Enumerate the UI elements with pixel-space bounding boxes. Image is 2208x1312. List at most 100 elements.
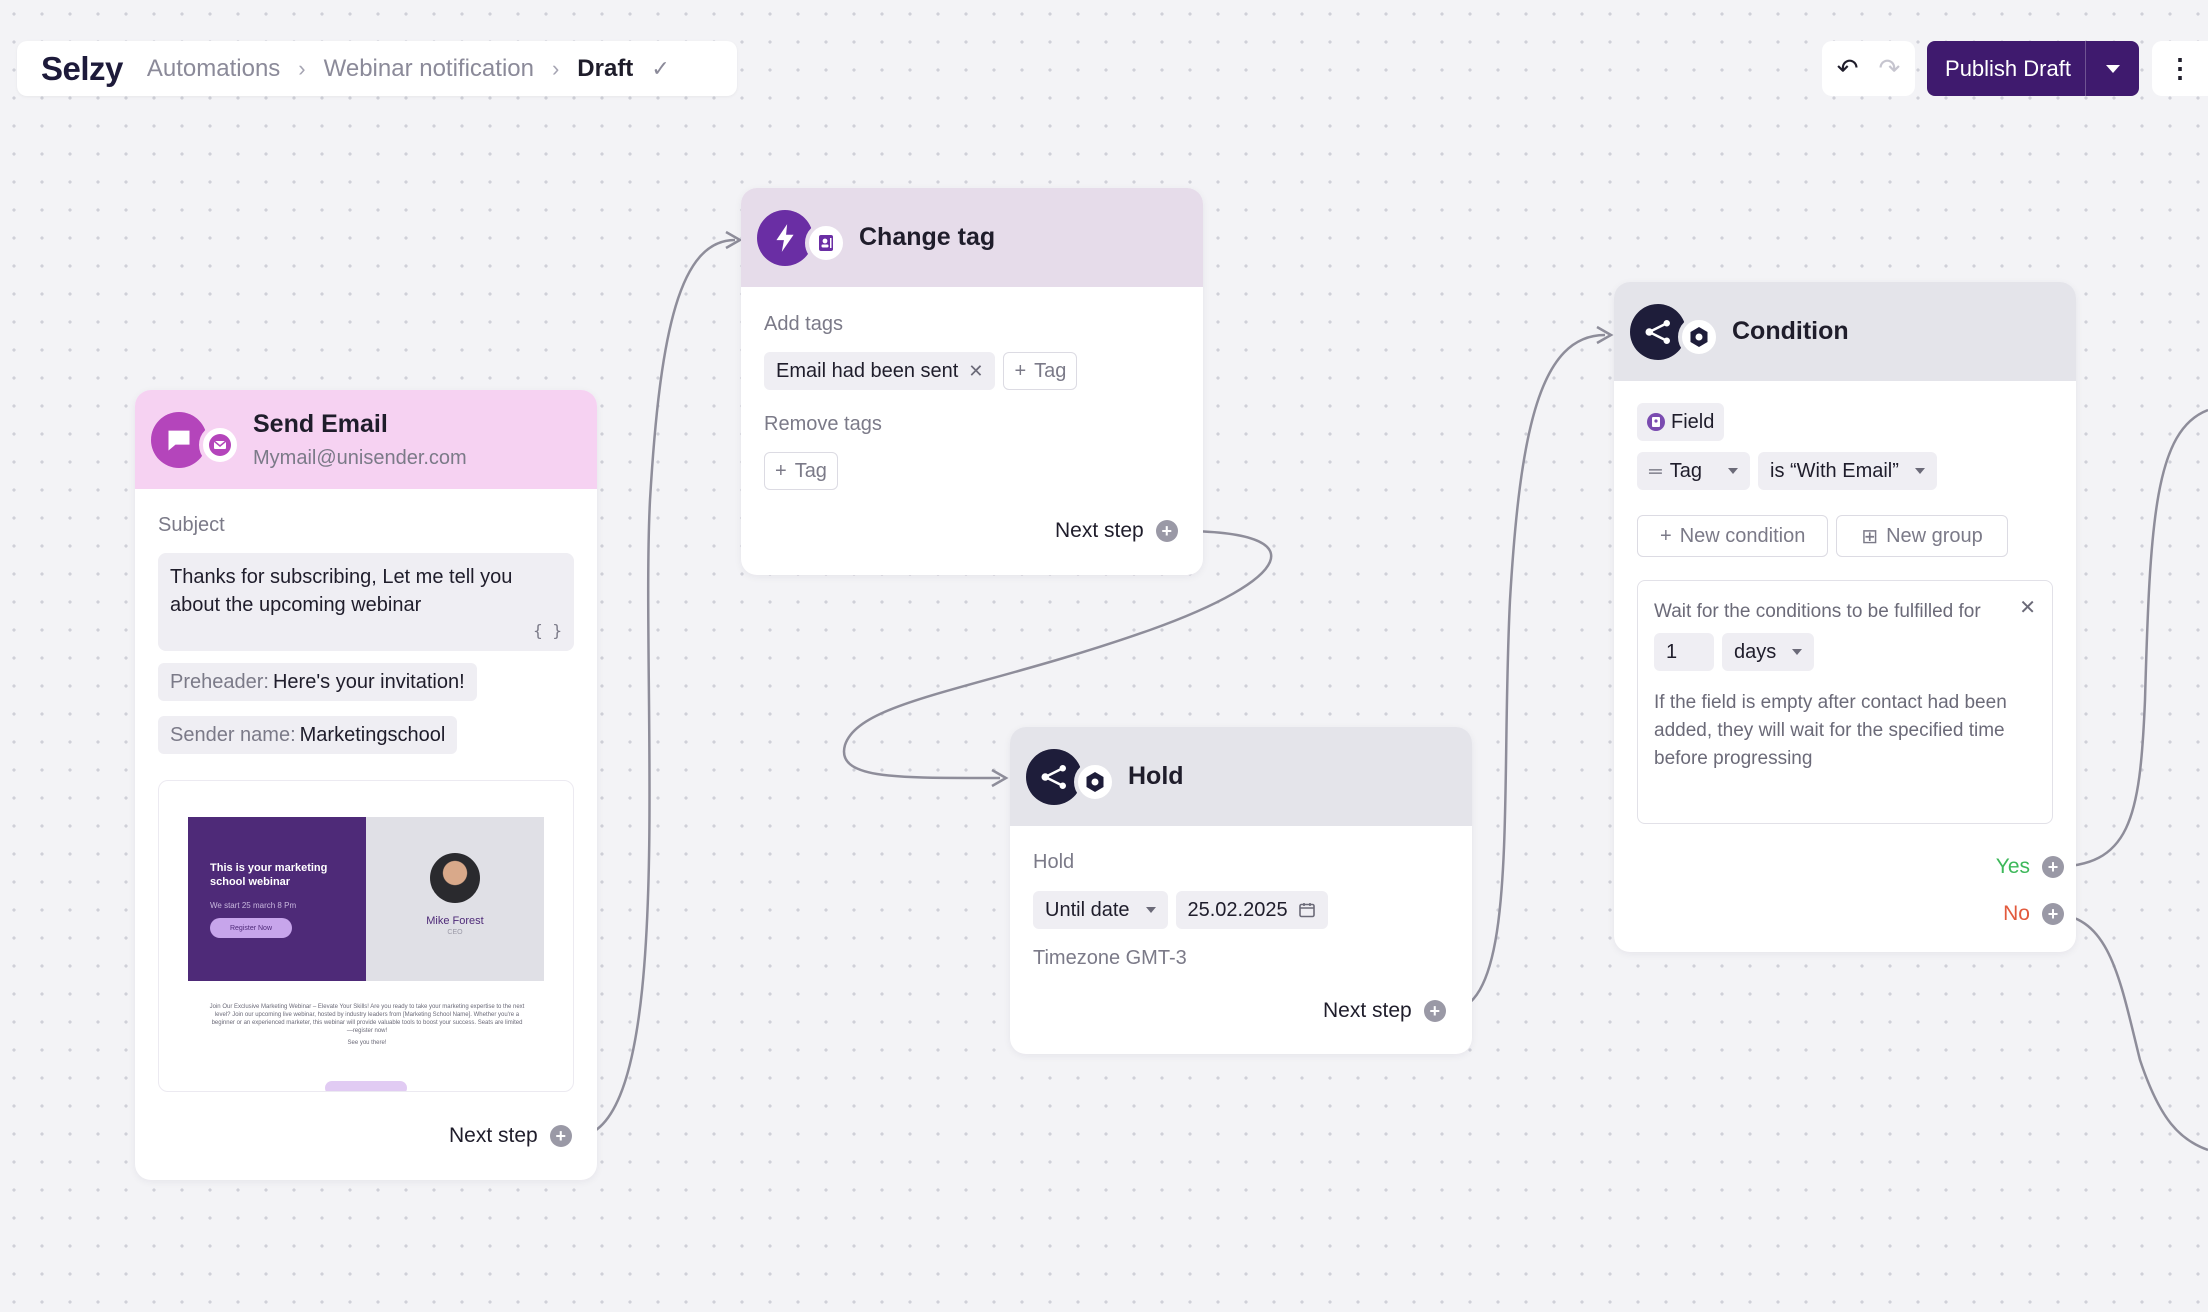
- caret-down-icon: [2105, 64, 2120, 73]
- publish-options-button[interactable]: [2085, 41, 2139, 96]
- close-icon[interactable]: ✕: [2019, 595, 2036, 620]
- condition-node[interactable]: Condition Field ═ Tag is “With Email” + …: [1614, 282, 2076, 952]
- hold-date-input[interactable]: 25.02.2025: [1175, 891, 1328, 929]
- redo-icon[interactable]: ↷: [1879, 53, 1901, 84]
- plus-icon[interactable]: +: [1423, 1000, 1446, 1022]
- undo-icon[interactable]: ↶: [1837, 53, 1859, 84]
- selzy-logo[interactable]: Selzy: [41, 50, 123, 88]
- preview-footer-button: [325, 1081, 407, 1091]
- hold-mode-value: Until date: [1045, 898, 1130, 921]
- tag-chip[interactable]: Email had been sent ✕: [764, 352, 996, 390]
- subject-field[interactable]: Thanks for subscribing, Let me tell you …: [158, 553, 574, 651]
- preview-headline: This is your marketing school webinar: [210, 862, 328, 888]
- plus-icon[interactable]: +: [2042, 856, 2064, 878]
- no-label: No: [2003, 902, 2030, 925]
- plus-icon: +: [1660, 524, 1672, 547]
- next-step-port[interactable]: Next step +: [449, 1124, 572, 1148]
- node-header: Hold: [1010, 727, 1472, 826]
- operator-select-value: is “With Email”: [1770, 459, 1899, 482]
- preview-register-button: Register Now: [210, 918, 292, 938]
- node-title: Hold: [1128, 762, 1184, 790]
- breadcrumb-current: Draft: [577, 54, 634, 82]
- email-preview[interactable]: This is your marketing school webinar We…: [158, 780, 574, 1092]
- preview-signoff: See you there!: [347, 1040, 387, 1046]
- node-header: Change tag: [741, 188, 1203, 287]
- plus-icon[interactable]: +: [2042, 903, 2064, 925]
- operator-select[interactable]: is “With Email”: [1758, 452, 1937, 490]
- preheader-value: Here's your invitation!: [272, 670, 465, 693]
- node-header: Send Email Mymail@unisender.com: [135, 390, 597, 489]
- add-tags-row: Email had been sent ✕ + Tag: [764, 352, 1078, 390]
- plus-icon: +: [1014, 359, 1027, 382]
- field-chip[interactable]: Field: [1637, 403, 1725, 441]
- sender-address: Mymail@unisender.com: [253, 446, 467, 469]
- wait-value: 1: [1666, 640, 1678, 663]
- send-email-node[interactable]: Send Email Mymail@unisender.com Subject …: [135, 390, 597, 1180]
- publish-draft-button[interactable]: Publish Draft: [1927, 41, 2085, 96]
- plus-icon[interactable]: +: [1155, 520, 1178, 542]
- mail-icon: [199, 423, 241, 466]
- text-lines-icon: ═: [1649, 460, 1662, 481]
- breadcrumb-automations[interactable]: Automations: [147, 55, 280, 83]
- variables-icon[interactable]: { }: [533, 617, 562, 645]
- no-port[interactable]: No +: [2003, 902, 2064, 926]
- preview-speaker-name: Mike Forest: [426, 915, 484, 927]
- next-step-label: Next step: [449, 1124, 538, 1147]
- remove-tag-button[interactable]: + Tag: [764, 452, 838, 490]
- wait-unit-select[interactable]: days: [1722, 633, 1815, 671]
- preview-speaker: Mike Forest CEO: [366, 817, 544, 981]
- sender-name-chip[interactable]: Sender name: Marketingschool: [158, 716, 458, 754]
- preview-date: We start 25 march 8 Pm: [210, 901, 297, 910]
- wait-unit-value: days: [1734, 640, 1777, 663]
- hold-date-value: 25.02.2025: [1187, 898, 1288, 921]
- caret-down-icon: [1728, 468, 1739, 474]
- kebab-icon: ⋮: [2167, 53, 2193, 83]
- plus-icon[interactable]: +: [549, 1125, 572, 1147]
- new-condition-button[interactable]: + New condition: [1637, 515, 1829, 557]
- hold-controls: Until date 25.02.2025: [1033, 891, 1328, 929]
- breadcrumb-webinar-notification[interactable]: Webinar notification: [324, 55, 534, 83]
- hold-node[interactable]: Hold Hold Until date 25.02.2025 Timezone…: [1010, 727, 1472, 1054]
- node-title: Change tag: [859, 223, 996, 251]
- close-icon[interactable]: ✕: [968, 361, 983, 382]
- next-step-label: Next step: [1323, 999, 1412, 1022]
- more-menu-button[interactable]: ⋮: [2152, 41, 2208, 96]
- preview-speaker-role: CEO: [447, 929, 463, 936]
- yes-port[interactable]: Yes +: [1996, 855, 2064, 879]
- plus-icon: +: [775, 459, 787, 482]
- field-select[interactable]: ═ Tag: [1637, 452, 1751, 490]
- publish-split-button: Publish Draft: [1927, 41, 2139, 96]
- new-condition-label: New condition: [1679, 524, 1806, 547]
- next-step-label: Next step: [1055, 519, 1144, 542]
- field-label: Field: [1671, 410, 1715, 433]
- node-header: Condition: [1614, 282, 2076, 381]
- sender-name-label: Sender name:: [170, 723, 296, 746]
- preheader-chip[interactable]: Preheader: Here's your invitation!: [158, 663, 477, 701]
- subject-label: Subject: [158, 514, 225, 536]
- timezone-label: Timezone GMT-3: [1033, 947, 1187, 969]
- next-step-port[interactable]: Next step +: [1323, 999, 1446, 1023]
- wait-hint: If the field is empty after contact had …: [1654, 692, 2007, 769]
- next-step-port[interactable]: Next step +: [1055, 519, 1178, 543]
- settings-icon: [1074, 760, 1116, 803]
- wire-send-to-tag: [574, 238, 736, 1139]
- wait-panel: Wait for the conditions to be fulfilled …: [1637, 580, 2053, 824]
- change-tag-node[interactable]: Change tag Add tags Email had been sent …: [741, 188, 1203, 575]
- hold-mode-select[interactable]: Until date: [1033, 891, 1168, 929]
- node-title: Send Email: [253, 409, 388, 438]
- wire-condition-no: [2051, 912, 2208, 1152]
- yes-label: Yes: [1995, 855, 2030, 878]
- calendar-icon[interactable]: [1298, 901, 1316, 919]
- contact-card-icon: [1647, 413, 1665, 431]
- node-title: Condition: [1732, 317, 1849, 345]
- remove-tag-label: Tag: [794, 459, 827, 482]
- add-tag-button[interactable]: + Tag: [1003, 352, 1078, 390]
- preview-body-text: Join Our Exclusive Marketing Webinar – E…: [209, 1004, 525, 1034]
- caret-down-icon: [1145, 907, 1156, 913]
- wait-value-input[interactable]: 1: [1654, 633, 1714, 671]
- new-group-button[interactable]: ⊞ New group: [1836, 515, 2008, 557]
- add-tag-label: Tag: [1034, 359, 1067, 382]
- breadcrumb-bar: Selzy Automations › Webinar notification…: [17, 41, 737, 96]
- remove-tags-label: Remove tags: [764, 413, 882, 435]
- avatar: [430, 853, 480, 903]
